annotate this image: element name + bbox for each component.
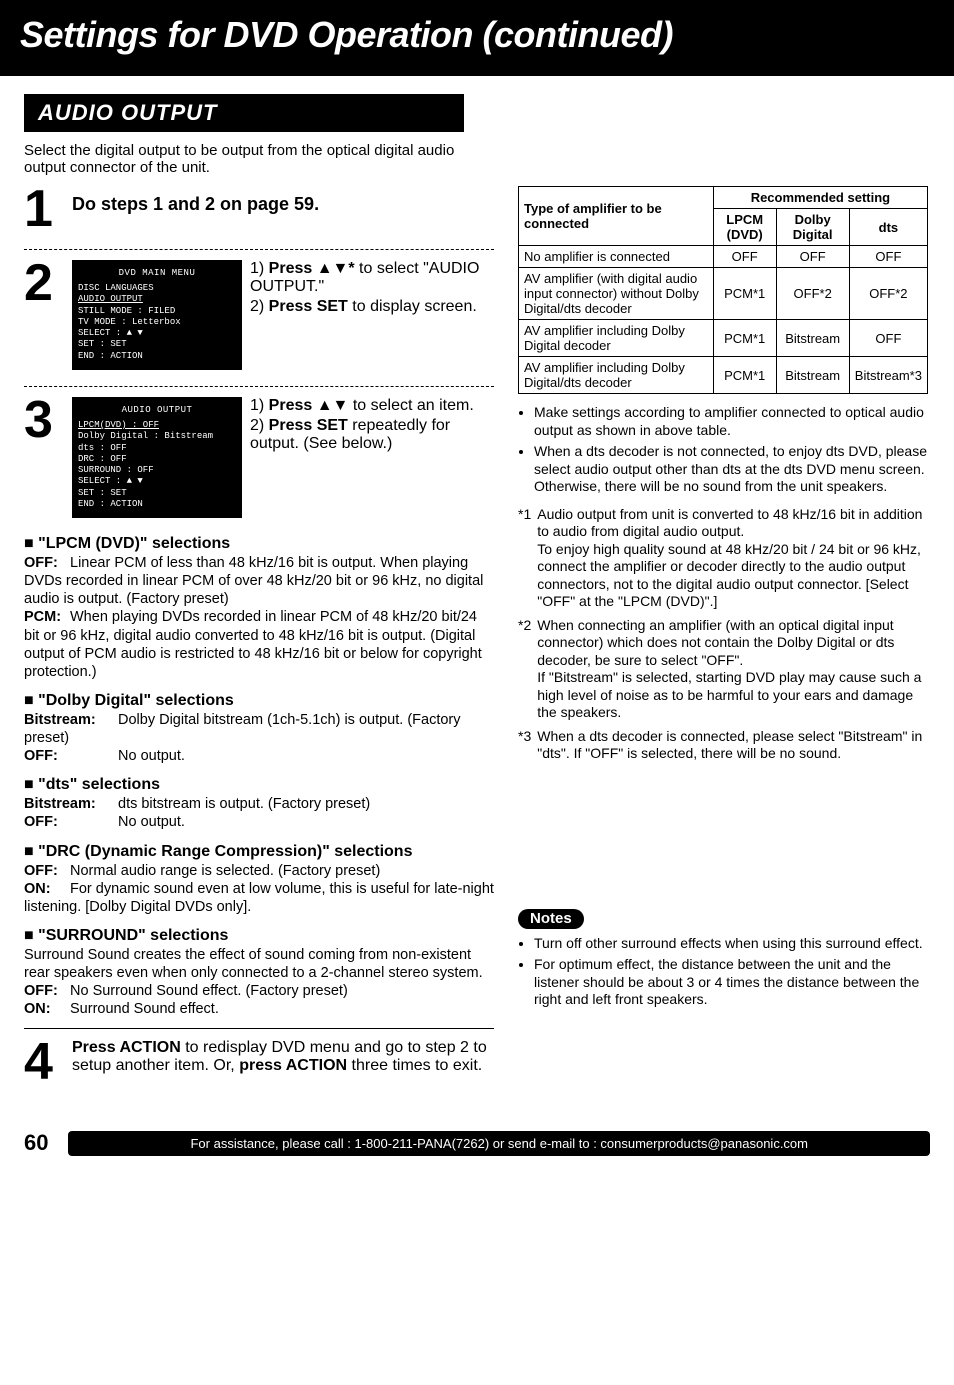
option-text: When playing DVDs recorded in linear PCM… xyxy=(24,609,482,679)
osd-main-menu: DVD MAIN MENU DISC LANGUAGES AUDIO OUTPU… xyxy=(72,260,242,370)
table-row: AV amplifier (with digital audio input c… xyxy=(519,268,928,320)
step-2-line-1: 1) Press ▲▼* to select "AUDIO OUTPUT." xyxy=(250,260,494,296)
section-header-audio-output: AUDIO OUTPUT xyxy=(24,94,464,132)
osd-line: END : ACTION xyxy=(78,351,236,362)
table-row: AV amplifier including Dolby Digital/dts… xyxy=(519,357,928,394)
option-label: OFF: xyxy=(24,554,70,572)
osd-line-selected: LPCM(DVD) : OFF xyxy=(78,420,236,431)
th-dts: dts xyxy=(849,209,927,246)
lpcm-selections: "LPCM (DVD)" selections OFF:Linear PCM o… xyxy=(24,534,494,681)
th-dolby: Dolby Digital xyxy=(776,209,849,246)
step-4-text: Press ACTION to redisplay DVD menu and g… xyxy=(72,1039,494,1075)
option-label: Bitstream: xyxy=(24,711,118,729)
option-label: Bitstream: xyxy=(24,795,118,813)
step-3-line-2: 2) Press SET repeatedly for output. (See… xyxy=(250,417,494,453)
osd-audio-output: AUDIO OUTPUT LPCM(DVD) : OFF Dolby Digit… xyxy=(72,397,242,518)
page-number: 60 xyxy=(24,1130,48,1156)
osd-line: dts : OFF xyxy=(78,443,236,454)
footnote-3: *3 When a dts decoder is connected, plea… xyxy=(518,728,928,763)
divider xyxy=(24,386,494,387)
option-label: ON: xyxy=(24,1000,70,1018)
osd-line: DISC LANGUAGES xyxy=(78,283,236,294)
option-text: For dynamic sound even at low volume, th… xyxy=(24,881,494,915)
table-bullets: Make settings according to amplifier con… xyxy=(518,404,928,496)
step-number: 3 xyxy=(24,397,72,444)
option-text: Surround Sound effect. xyxy=(70,1001,219,1017)
selection-heading: "DRC (Dynamic Range Compression)" select… xyxy=(24,842,494,862)
notes-badge: Notes xyxy=(518,909,584,929)
osd-line: STILL MODE : FILED xyxy=(78,306,236,317)
step-number: 1 xyxy=(24,186,72,233)
page-title: Settings for DVD Operation (continued) xyxy=(0,0,954,76)
step-1-text: Do steps 1 and 2 on page 59. xyxy=(72,186,319,215)
osd-line: Dolby Digital : Bitstream xyxy=(78,431,236,442)
step-1: 1 Do steps 1 and 2 on page 59. xyxy=(24,186,494,241)
step-4: 4 Press ACTION to redisplay DVD menu and… xyxy=(24,1039,494,1094)
step-3-line-1: 1) Press ▲▼ to select an item. xyxy=(250,397,494,415)
assistance-bar: For assistance, please call : 1-800-211-… xyxy=(68,1131,930,1156)
footer: 60 For assistance, please call : 1-800-2… xyxy=(0,1122,954,1176)
step-2: 2 DVD MAIN MENU DISC LANGUAGES AUDIO OUT… xyxy=(24,260,494,378)
option-text: Normal audio range is selected. (Factory… xyxy=(70,863,380,879)
footnote-2: *2 When connecting an amplifier (with an… xyxy=(518,617,928,722)
selection-heading: "LPCM (DVD)" selections xyxy=(24,534,494,554)
option-label: ON: xyxy=(24,880,70,898)
osd-line: END : ACTION xyxy=(78,499,236,510)
osd-line-selected: AUDIO OUTPUT xyxy=(78,294,236,305)
option-text: Linear PCM of less than 48 kHz/16 bit is… xyxy=(24,555,483,607)
intro-text: Select the digital output to be output f… xyxy=(24,142,494,176)
osd-line: TV MODE : Letterbox xyxy=(78,317,236,328)
osd-line: SURROUND : OFF xyxy=(78,465,236,476)
divider xyxy=(24,1028,494,1029)
selection-heading: "dts" selections xyxy=(24,775,494,795)
osd-line: DRC : OFF xyxy=(78,454,236,465)
option-label: PCM: xyxy=(24,608,70,626)
osd-line: SELECT : ▲ ▼ xyxy=(78,476,236,487)
selection-heading: "SURROUND" selections xyxy=(24,926,494,946)
option-label: OFF: xyxy=(24,862,70,880)
notes-bullets: Turn off other surround effects when usi… xyxy=(518,935,928,1009)
th-lpcm: LPCM (DVD) xyxy=(713,209,776,246)
th-recommended: Recommended setting xyxy=(713,187,927,209)
option-text: dts bitstream is output. (Factory preset… xyxy=(118,796,370,812)
footnotes: *1 Audio output from unit is converted t… xyxy=(518,506,928,763)
selection-heading: "Dolby Digital" selections xyxy=(24,691,494,711)
option-label: OFF: xyxy=(24,982,70,1000)
dolby-selections: "Dolby Digital" selections Bitstream:Dol… xyxy=(24,691,494,765)
bullet-item: Turn off other surround effects when usi… xyxy=(534,935,928,953)
option-label: OFF: xyxy=(24,747,118,765)
dts-selections: "dts" selections Bitstream:dts bitstream… xyxy=(24,775,494,831)
option-label: OFF: xyxy=(24,813,118,831)
step-number: 4 xyxy=(24,1039,72,1086)
divider xyxy=(24,249,494,250)
option-text: No Surround Sound effect. (Factory prese… xyxy=(70,983,348,999)
drc-selections: "DRC (Dynamic Range Compression)" select… xyxy=(24,842,494,916)
surround-selections: "SURROUND" selections Surround Sound cre… xyxy=(24,926,494,1019)
bullet-item: When a dts decoder is not connected, to … xyxy=(534,443,928,496)
footnote-1: *1 Audio output from unit is converted t… xyxy=(518,506,928,611)
th-type: Type of amplifier to be connected xyxy=(519,187,714,246)
step-3: 3 AUDIO OUTPUT LPCM(DVD) : OFF Dolby Dig… xyxy=(24,397,494,526)
osd-title: AUDIO OUTPUT xyxy=(78,405,236,416)
surround-intro: Surround Sound creates the effect of sou… xyxy=(24,946,494,982)
table-row: No amplifier is connected OFF OFF OFF xyxy=(519,246,928,268)
osd-title: DVD MAIN MENU xyxy=(78,268,236,279)
osd-line: SET : SET xyxy=(78,488,236,499)
step-number: 2 xyxy=(24,260,72,307)
option-text: No output. xyxy=(118,748,185,764)
option-text: No output. xyxy=(118,814,185,830)
bullet-item: Make settings according to amplifier con… xyxy=(534,404,928,439)
osd-line: SET : SET xyxy=(78,339,236,350)
bullet-item: For optimum effect, the distance between… xyxy=(534,956,928,1009)
step-2-line-2: 2) Press SET to display screen. xyxy=(250,298,494,316)
table-row: AV amplifier including Dolby Digital dec… xyxy=(519,320,928,357)
amplifier-table: Type of amplifier to be connected Recomm… xyxy=(518,186,928,394)
osd-line: SELECT : ▲ ▼ xyxy=(78,328,236,339)
